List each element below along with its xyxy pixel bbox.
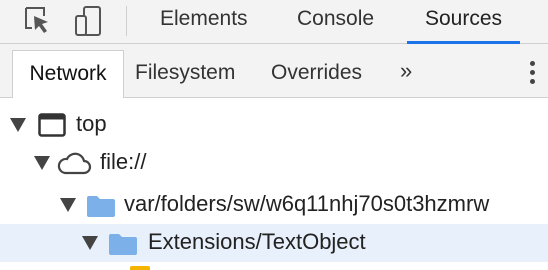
frame-icon bbox=[38, 113, 66, 142]
tree-node-origin[interactable]: file:// bbox=[0, 144, 548, 182]
tree-node-label: file:// bbox=[100, 149, 147, 174]
tab-network[interactable]: Network bbox=[12, 50, 124, 98]
tab-console[interactable]: Console bbox=[297, 0, 374, 43]
folder-icon bbox=[108, 232, 138, 261]
devtools-toolbar: Elements Console Sources bbox=[0, 0, 548, 44]
tree-node-label: Extensions/TextObject bbox=[148, 229, 366, 254]
toolbar-divider bbox=[126, 6, 127, 36]
tree-node-folder-selected[interactable]: Extensions/TextObject bbox=[0, 224, 548, 262]
tree-node-label: var/folders/sw/w6q11nhj70s0t3hzmrw bbox=[124, 191, 490, 216]
tree-node-label: top bbox=[76, 111, 107, 136]
tree-node-top[interactable]: top bbox=[0, 106, 548, 144]
navigator-tabbar: Network Filesystem Overrides bbox=[0, 44, 548, 98]
device-toolbar-icon[interactable] bbox=[72, 4, 106, 38]
expand-arrow-icon[interactable] bbox=[34, 156, 50, 170]
tree-node-folder[interactable]: var/folders/sw/w6q11nhj70s0t3hzmrw bbox=[0, 186, 548, 224]
cloud-icon bbox=[56, 150, 92, 181]
tab-filesystem[interactable]: Filesystem bbox=[135, 50, 235, 98]
tab-overrides[interactable]: Overrides bbox=[271, 50, 362, 98]
file-icon bbox=[130, 266, 150, 270]
expand-arrow-icon[interactable] bbox=[60, 198, 76, 212]
folder-icon bbox=[86, 194, 116, 223]
tab-sources[interactable]: Sources bbox=[406, 0, 521, 44]
expand-arrow-icon[interactable] bbox=[82, 236, 98, 250]
inspect-element-icon[interactable] bbox=[20, 4, 54, 38]
tab-elements[interactable]: Elements bbox=[160, 0, 248, 43]
more-tabs-chevron-icon[interactable]: » bbox=[400, 58, 412, 84]
expand-arrow-icon[interactable] bbox=[10, 118, 26, 132]
sources-file-tree: top file:// var/folders/sw/w6q11nhj70s0t… bbox=[0, 98, 548, 270]
kebab-menu-icon[interactable] bbox=[522, 58, 542, 90]
